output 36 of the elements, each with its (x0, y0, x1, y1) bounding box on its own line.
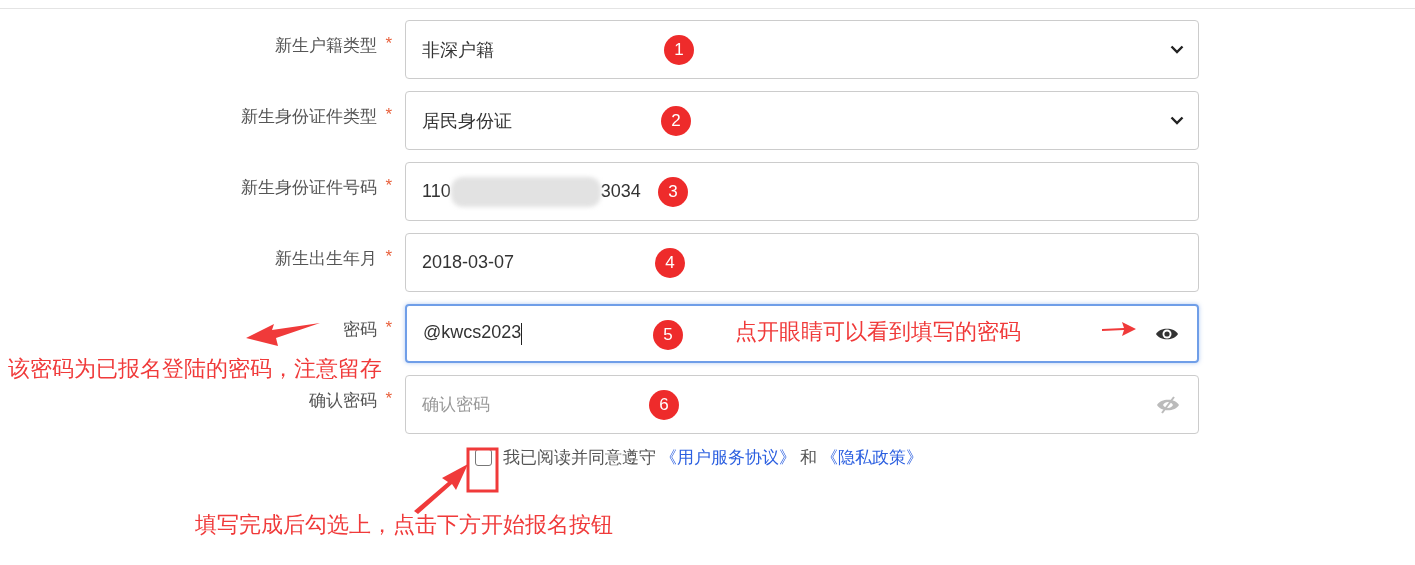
step-number-badge: 1 (664, 35, 694, 65)
step-number-badge: 5 (653, 320, 683, 350)
user-agreement-link[interactable]: 《用户服务协议》 (660, 446, 796, 469)
annotation-text: 填写完成后勾选上，点击下方开始报名按钮 (195, 511, 613, 539)
step-number-badge: 2 (661, 106, 691, 136)
required-mark: * (385, 34, 392, 54)
required-mark: * (385, 105, 392, 125)
agree-checkbox[interactable] (475, 449, 492, 466)
field-label: 新生身份证件类型 (241, 106, 378, 128)
annotation-text: 点开眼睛可以看到填写的密码 (735, 318, 1021, 346)
step-number-badge: 4 (655, 248, 685, 278)
agreement-text: 我已阅读并同意遵守 (503, 447, 656, 469)
field-label: 确认密码 (309, 390, 378, 412)
chevron-down-icon (1170, 116, 1184, 125)
field-label: 新生户籍类型 (275, 35, 378, 57)
input-field[interactable]: 2018-03-07 4 (405, 233, 1199, 292)
input-field[interactable]: 110 3034 3 (405, 162, 1199, 221)
select-field[interactable]: 非深户籍 1 (405, 20, 1199, 79)
annotation-text: 该密码为已报名登陆的密码，注意留存 (8, 355, 382, 383)
agreement-text: 和 (800, 447, 817, 469)
select-field[interactable]: 居民身份证 2 (405, 91, 1199, 150)
chevron-down-icon (1170, 45, 1184, 54)
step-number-badge: 3 (658, 177, 688, 207)
step-number-badge: 6 (649, 390, 679, 420)
field-label: 密码 (343, 319, 378, 341)
input-field[interactable]: 确认密码 6 (405, 375, 1199, 434)
required-mark: * (385, 389, 392, 409)
annotation-arrow (414, 464, 468, 514)
privacy-policy-link[interactable]: 《隐私政策》 (821, 446, 923, 469)
required-mark: * (385, 318, 392, 338)
annotation-arrow (1102, 322, 1136, 336)
highlight-frame (466, 447, 499, 493)
field-label: 新生身份证件号码 (241, 177, 378, 199)
field-label: 新生出生年月 (275, 248, 378, 270)
required-mark: * (385, 247, 392, 267)
required-mark: * (385, 176, 392, 196)
